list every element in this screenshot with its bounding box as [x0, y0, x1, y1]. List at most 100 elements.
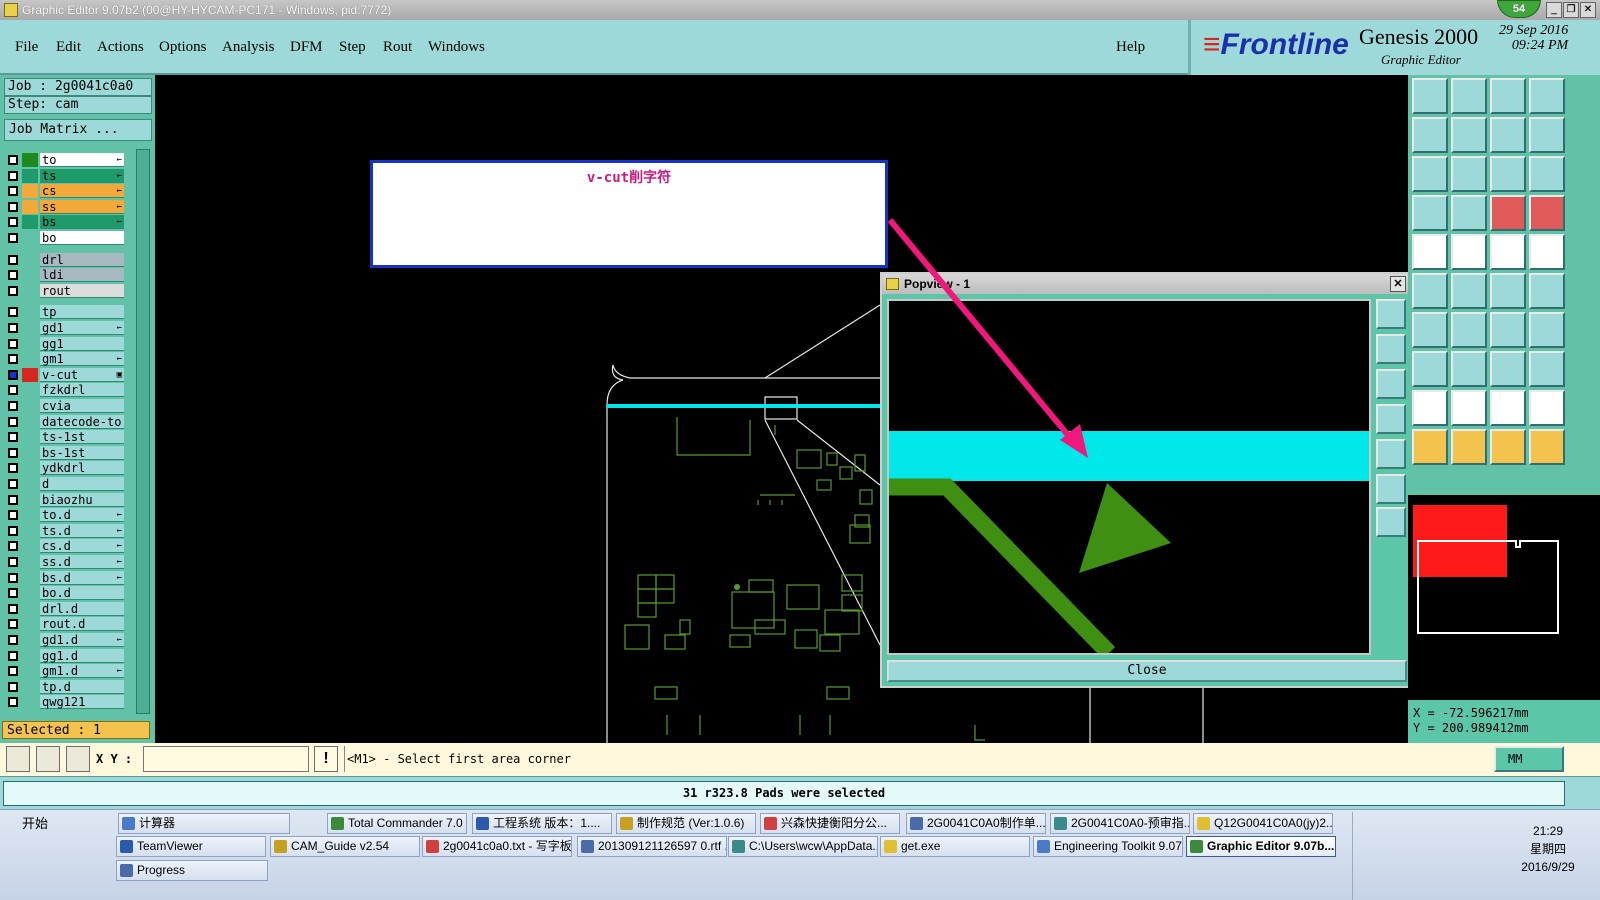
layer-name[interactable]: gd1 ← — [40, 321, 124, 335]
zoom-ratio-icon[interactable] — [1490, 156, 1526, 192]
layer-row-to-d[interactable]: to.d ← — [6, 508, 124, 523]
taskbar-button[interactable]: 制作规范 (Ver:1.0.6) — [616, 813, 756, 834]
layer-row-gd1-d[interactable]: gd1.d ← — [6, 633, 124, 647]
layer-name[interactable]: bo.d — [40, 586, 124, 601]
layer-name[interactable]: ldi — [40, 268, 124, 283]
layer-name[interactable]: drl — [40, 252, 124, 267]
layer-row-gg1-d[interactable]: gg1.d — [6, 648, 124, 663]
layer-checkbox[interactable] — [8, 479, 18, 489]
copy-tool-icon[interactable] — [1529, 273, 1565, 309]
layer-row-rout-d[interactable]: rout.d — [6, 617, 124, 632]
layer-checkbox[interactable] — [8, 697, 18, 708]
layer-checkbox[interactable] — [8, 170, 18, 181]
menu-windows[interactable]: Windows — [428, 39, 485, 56]
layer-row-ts-d[interactable]: ts.d ← — [6, 523, 124, 538]
layer-row-bo[interactable]: bo — [6, 231, 124, 245]
taskbar-button[interactable]: 工程系统 版本：1.... — [472, 813, 612, 834]
taskbar-button[interactable]: 计算器 — [118, 813, 290, 834]
taskbar-button[interactable]: Q12G0041C0A0(jy)2.... — [1193, 813, 1333, 834]
job-matrix-button[interactable]: Job Matrix ... — [4, 119, 152, 141]
layer-name[interactable]: gm1.d ← — [40, 664, 124, 679]
redraw-icon[interactable] — [1529, 117, 1565, 153]
close-window-button[interactable]: ✕ — [1580, 2, 1596, 18]
popview-canvas[interactable] — [887, 299, 1371, 655]
layer-name[interactable]: fzkdrl — [40, 383, 124, 398]
layer-checkbox[interactable] — [8, 432, 18, 443]
layer-name[interactable]: to.d ← — [40, 508, 124, 523]
layer-row-biaozhu[interactable]: biaozhu — [6, 492, 124, 507]
layer-row-fzkdrl[interactable]: fzkdrl — [6, 383, 124, 398]
alert-icon[interactable]: ! — [314, 746, 338, 772]
layer-checkbox[interactable] — [8, 186, 18, 197]
layer-checkbox[interactable] — [8, 323, 18, 333]
layer-name[interactable]: rout.d — [40, 617, 124, 632]
layer-name[interactable]: tp.d — [40, 679, 124, 694]
layer-checkbox[interactable] — [8, 572, 18, 583]
layer-checkbox[interactable] — [8, 494, 18, 505]
layer-name[interactable]: cs.d ← — [40, 539, 124, 554]
layer-checkbox[interactable] — [8, 155, 18, 165]
pad-tool-icon[interactable] — [1412, 234, 1448, 270]
minimap[interactable] — [1408, 495, 1600, 700]
layer-checkbox[interactable] — [8, 369, 18, 380]
layer-row-drl[interactable]: drl — [6, 252, 124, 267]
layer-row-drl-d[interactable]: drl.d — [6, 601, 124, 616]
layer-checkbox[interactable] — [8, 447, 18, 458]
layer-row-tp[interactable]: tp — [6, 305, 124, 320]
layer-checkbox[interactable] — [8, 401, 18, 411]
add-pad-tool-icon[interactable] — [1412, 351, 1448, 387]
layer-row-to[interactable]: to ← — [6, 153, 124, 167]
popview-pan-up-tool[interactable] — [1376, 334, 1406, 364]
layer-checkbox[interactable] — [8, 416, 18, 427]
layer-checkbox[interactable] — [8, 619, 18, 630]
select-layer-b-icon[interactable] — [1529, 195, 1565, 231]
system-clock[interactable]: 21:29 星期四 2016/9/29 — [1503, 822, 1593, 876]
layer-checkbox[interactable] — [8, 385, 18, 396]
triangle-tool-a-icon[interactable] — [1412, 390, 1448, 426]
layer-row-ts[interactable]: ts ← — [6, 168, 124, 183]
resize-tool-icon[interactable] — [1490, 351, 1526, 387]
layer-row-tp-d[interactable]: tp.d — [6, 679, 124, 694]
layer-name[interactable]: gm1 ← — [40, 352, 124, 367]
layer-checkbox[interactable] — [8, 285, 18, 296]
xy-input[interactable] — [143, 746, 309, 772]
layer-name[interactable]: bs.d ← — [40, 570, 124, 585]
popview-fit-tool[interactable] — [1376, 474, 1406, 504]
layer-checkbox[interactable] — [8, 338, 18, 349]
units-selector[interactable]: MM — [1494, 746, 1564, 772]
layer-checkbox[interactable] — [8, 603, 18, 614]
undo-view-icon[interactable] — [1490, 117, 1526, 153]
help-icon[interactable] — [1529, 156, 1565, 192]
pointer-tool-icon[interactable] — [1412, 429, 1448, 465]
layer-row-ldi[interactable]: ldi — [6, 268, 124, 283]
layer-row-gm1-d[interactable]: gm1.d ← — [6, 664, 124, 679]
slash-tool-icon[interactable] — [1412, 312, 1448, 348]
taskbar-button[interactable]: 2g0041c0a0.txt - 写字板 — [422, 836, 572, 857]
layer-checkbox[interactable] — [8, 270, 18, 281]
layer-row-cs[interactable]: cs ← — [6, 184, 124, 199]
start-button[interactable]: 开始 — [2, 813, 102, 834]
circle-tool-icon[interactable] — [1529, 234, 1565, 270]
select-alt-tool-icon[interactable] — [1490, 429, 1526, 465]
layer-row-bs-d[interactable]: bs.d ← — [6, 570, 124, 585]
taskbar-button[interactable]: Progress — [116, 860, 268, 881]
layer-name[interactable]: drl.d — [40, 601, 124, 616]
layer-checkbox[interactable] — [8, 557, 18, 567]
layer-list-scrollbar[interactable] — [136, 149, 150, 714]
top-view-icon[interactable] — [1412, 78, 1448, 114]
menu-file[interactable]: File — [15, 39, 38, 56]
layer-row-d[interactable]: d — [6, 477, 124, 491]
layer-checkbox[interactable] — [8, 233, 18, 243]
taskbar-button[interactable]: 兴森快捷衡阳分公... — [760, 813, 900, 834]
grid-mode-button[interactable] — [66, 746, 90, 772]
layer-checkbox[interactable] — [8, 463, 18, 474]
layer-row-v-cut[interactable]: v-cut ▣ — [6, 367, 124, 382]
zoom-center-icon[interactable] — [1451, 156, 1487, 192]
layer-checkbox[interactable] — [8, 307, 18, 318]
measure-tool-icon[interactable] — [1490, 234, 1526, 270]
layer-row-qwg121[interactable]: qwg121 — [6, 695, 124, 710]
menu-dfm[interactable]: DFM — [290, 39, 323, 56]
layer-name[interactable]: ts.d ← — [40, 523, 124, 538]
layer-row-gm1[interactable]: gm1 ← — [6, 352, 124, 367]
layer-name[interactable]: tp — [40, 305, 124, 320]
